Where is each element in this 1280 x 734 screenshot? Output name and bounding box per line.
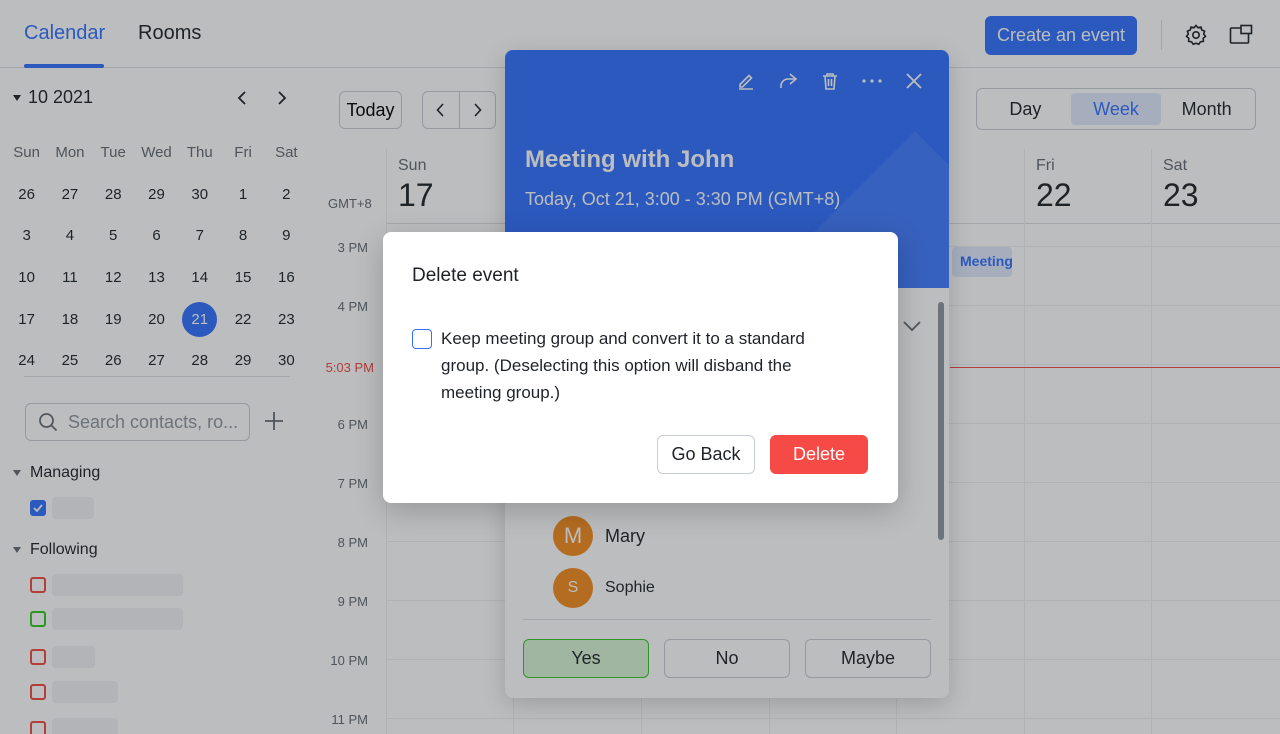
dialog-title: Delete event	[412, 265, 519, 286]
keep-group-label[interactable]: Keep meeting group and convert it to a s…	[441, 325, 841, 406]
delete-button[interactable]: Delete	[770, 435, 868, 474]
keep-group-checkbox[interactable]	[412, 329, 432, 349]
go-back-button[interactable]: Go Back	[657, 435, 755, 474]
delete-event-dialog: Delete event Keep meeting group and conv…	[383, 232, 898, 503]
